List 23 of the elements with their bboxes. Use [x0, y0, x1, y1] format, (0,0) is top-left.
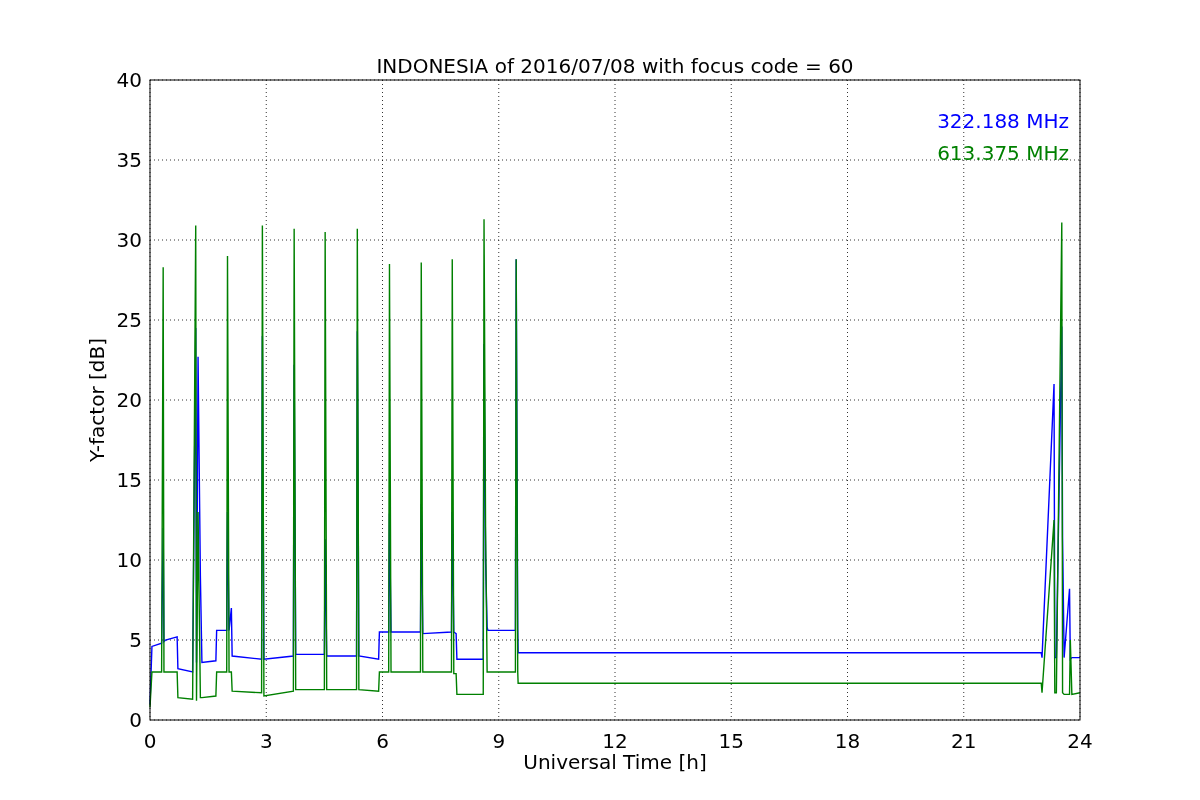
x-tick-label: 15: [718, 729, 744, 753]
legend-label: 613.375 MHz: [937, 141, 1069, 165]
y-tick-label: 35: [116, 148, 142, 172]
x-tick-label: 0: [143, 729, 157, 753]
x-tick-label: 6: [376, 729, 389, 753]
x-tick-label: 18: [834, 729, 861, 753]
x-tick-label: 12: [602, 729, 628, 753]
x-tick-label: 3: [259, 729, 273, 753]
x-axis-label: Universal Time [h]: [523, 750, 707, 774]
y-tick-label: 20: [116, 388, 142, 412]
y-tick-label: 10: [116, 548, 142, 572]
chart-title: INDONESIA of 2016/07/08 with focus code = 60: [376, 54, 854, 78]
y-tick-label: 0: [129, 708, 142, 732]
y-axis-label: Y-factor [dB]: [85, 338, 109, 462]
y-tick-label: 40: [116, 68, 142, 92]
x-tick-label: 24: [1067, 729, 1093, 753]
y-tick-label: 30: [116, 228, 142, 252]
y-tick-label: 5: [129, 628, 142, 652]
x-tick-label: 9: [492, 729, 506, 753]
y-tick-label: 15: [116, 468, 142, 492]
x-tick-label: 21: [951, 729, 977, 753]
legend-label: 322.188 MHz: [937, 109, 1069, 133]
y-tick-label: 25: [116, 308, 142, 332]
